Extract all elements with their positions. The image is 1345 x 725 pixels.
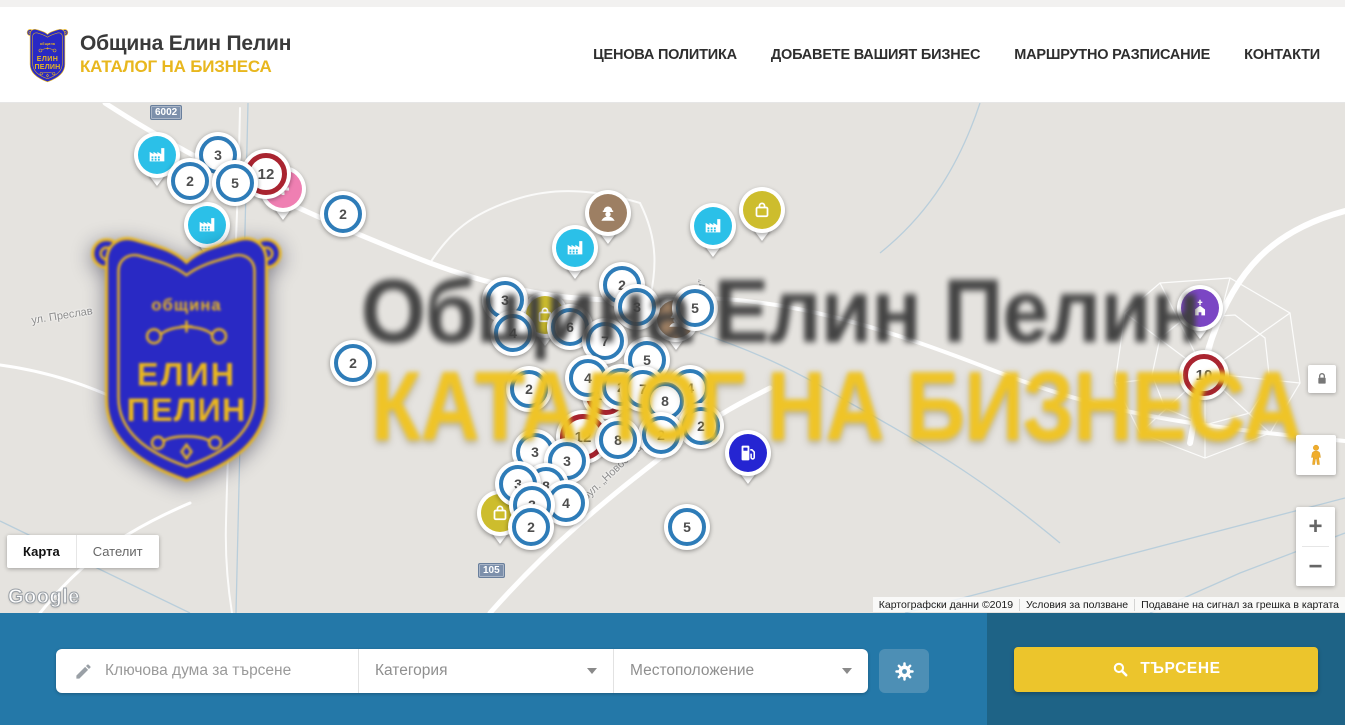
cluster-count: 2 xyxy=(324,195,362,233)
map-cluster-marker[interactable]: 5 xyxy=(664,504,710,550)
map-cluster-marker[interactable]: 10 xyxy=(1179,350,1229,400)
cluster-count: 2 xyxy=(642,416,680,454)
chevron-down-icon xyxy=(587,668,597,674)
nav-add-your-business[interactable]: ДОБАВЕТЕ ВАШИЯТ БИЗНЕС xyxy=(771,47,980,63)
map-cluster-marker[interactable]: 2 xyxy=(508,504,554,550)
street-view-pegman[interactable] xyxy=(1296,435,1336,475)
cluster-count: 2 xyxy=(171,162,209,200)
map-cluster-marker[interactable]: 3 xyxy=(614,284,660,330)
map-cluster-marker[interactable]: 4 xyxy=(490,310,536,356)
gear-icon xyxy=(893,660,916,683)
map-type-satellite-button[interactable]: Сателит xyxy=(77,535,159,568)
cluster-count: 7 xyxy=(586,322,624,360)
search-icon xyxy=(1111,660,1130,679)
brand[interactable]: Община Елин Пелин КАТАЛОГ НА БИЗНЕСА xyxy=(25,24,291,86)
map-canvas[interactable]: ул. Преславбул. „Новоселци”ци” 6002105 3… xyxy=(0,103,1345,613)
search-panel: ТЪРСЕНЕ Категория Местоположение xyxy=(0,613,1345,725)
pencil-icon xyxy=(74,662,93,681)
chevron-down-icon xyxy=(842,668,852,674)
cluster-count: 2 xyxy=(510,370,548,408)
map-cluster-marker[interactable]: 2 xyxy=(320,191,366,237)
cluster-count: 5 xyxy=(668,508,706,546)
cluster-count: 10 xyxy=(1183,354,1225,396)
google-logo[interactable]: Google xyxy=(8,586,80,609)
location-select[interactable]: Местоположение xyxy=(613,649,868,693)
keyword-input[interactable] xyxy=(105,662,358,680)
cluster-count: 3 xyxy=(618,288,656,326)
cluster-count: 2 xyxy=(682,407,720,445)
cluster-count: 4 xyxy=(494,314,532,352)
map-cluster-marker[interactable]: 2 xyxy=(638,412,684,458)
zoom-in-button[interactable]: + xyxy=(1296,507,1335,546)
cluster-count: 5 xyxy=(676,289,714,327)
map-type-map-button[interactable]: Карта xyxy=(7,535,77,568)
cluster-count: 5 xyxy=(216,164,254,202)
page: Община Елин Пелин КАТАЛОГ НА БИЗНЕСА ЦЕН… xyxy=(0,0,1345,725)
map-type-control: Карта Сателит xyxy=(7,535,159,568)
map-cluster-marker[interactable]: 2 xyxy=(506,366,552,412)
map-cluster-marker[interactable]: 8 xyxy=(595,417,641,463)
map-attribution: Картографски данни ©2019 Условия за полз… xyxy=(873,597,1345,612)
cluster-count: 2 xyxy=(334,344,372,382)
cluster-count: 8 xyxy=(599,421,637,459)
map-cluster-marker[interactable]: 2 xyxy=(330,340,376,386)
cluster-count: 2 xyxy=(512,508,550,546)
category-select-value: Категория xyxy=(375,662,447,680)
search-button[interactable]: ТЪРСЕНЕ xyxy=(1014,647,1318,692)
attribution-terms-link[interactable]: Условия за ползване xyxy=(1019,599,1134,611)
nav-contacts[interactable]: КОНТАКТИ xyxy=(1244,47,1320,63)
category-select[interactable]: Категория xyxy=(358,649,613,693)
site-subtitle: КАТАЛОГ НА БИЗНЕСА xyxy=(80,57,291,77)
attribution-copyright: Картографски данни ©2019 xyxy=(873,599,1019,611)
map-cluster-marker[interactable]: 2 xyxy=(167,158,213,204)
lock-icon xyxy=(1314,371,1330,387)
municipality-logo-icon xyxy=(25,24,70,86)
map-cluster-marker[interactable]: 5 xyxy=(672,285,718,331)
attribution-report-error-link[interactable]: Подаване на сигнал за грешка в картата xyxy=(1134,599,1345,611)
main-nav: ЦЕНОВА ПОЛИТИКА ДОБАВЕТЕ ВАШИЯТ БИЗНЕС М… xyxy=(593,47,1320,63)
map-cluster-marker[interactable]: 2 xyxy=(678,403,724,449)
keyword-section xyxy=(56,649,358,693)
nav-route-schedule[interactable]: МАРШРУТНО РАЗПИСАНИЕ xyxy=(1014,47,1210,63)
top-strip xyxy=(0,0,1345,7)
site-title: Община Елин Пелин xyxy=(80,32,291,56)
pegman-icon xyxy=(1304,443,1328,467)
map-cluster-marker[interactable]: 5 xyxy=(212,160,258,206)
location-select-value: Местоположение xyxy=(630,662,754,680)
search-button-label: ТЪРСЕНЕ xyxy=(1140,660,1220,678)
zoom-control: + − xyxy=(1296,507,1335,586)
scroll-lock-button[interactable] xyxy=(1308,365,1336,393)
zoom-out-button[interactable]: − xyxy=(1296,547,1335,586)
nav-pricing-policy[interactable]: ЦЕНОВА ПОЛИТИКА xyxy=(593,47,737,63)
header: Община Елин Пелин КАТАЛОГ НА БИЗНЕСА ЦЕН… xyxy=(0,7,1345,103)
search-panel-right: ТЪРСЕНЕ xyxy=(987,613,1345,725)
advanced-filters-button[interactable] xyxy=(879,649,929,693)
search-box: Категория Местоположение xyxy=(56,649,868,693)
